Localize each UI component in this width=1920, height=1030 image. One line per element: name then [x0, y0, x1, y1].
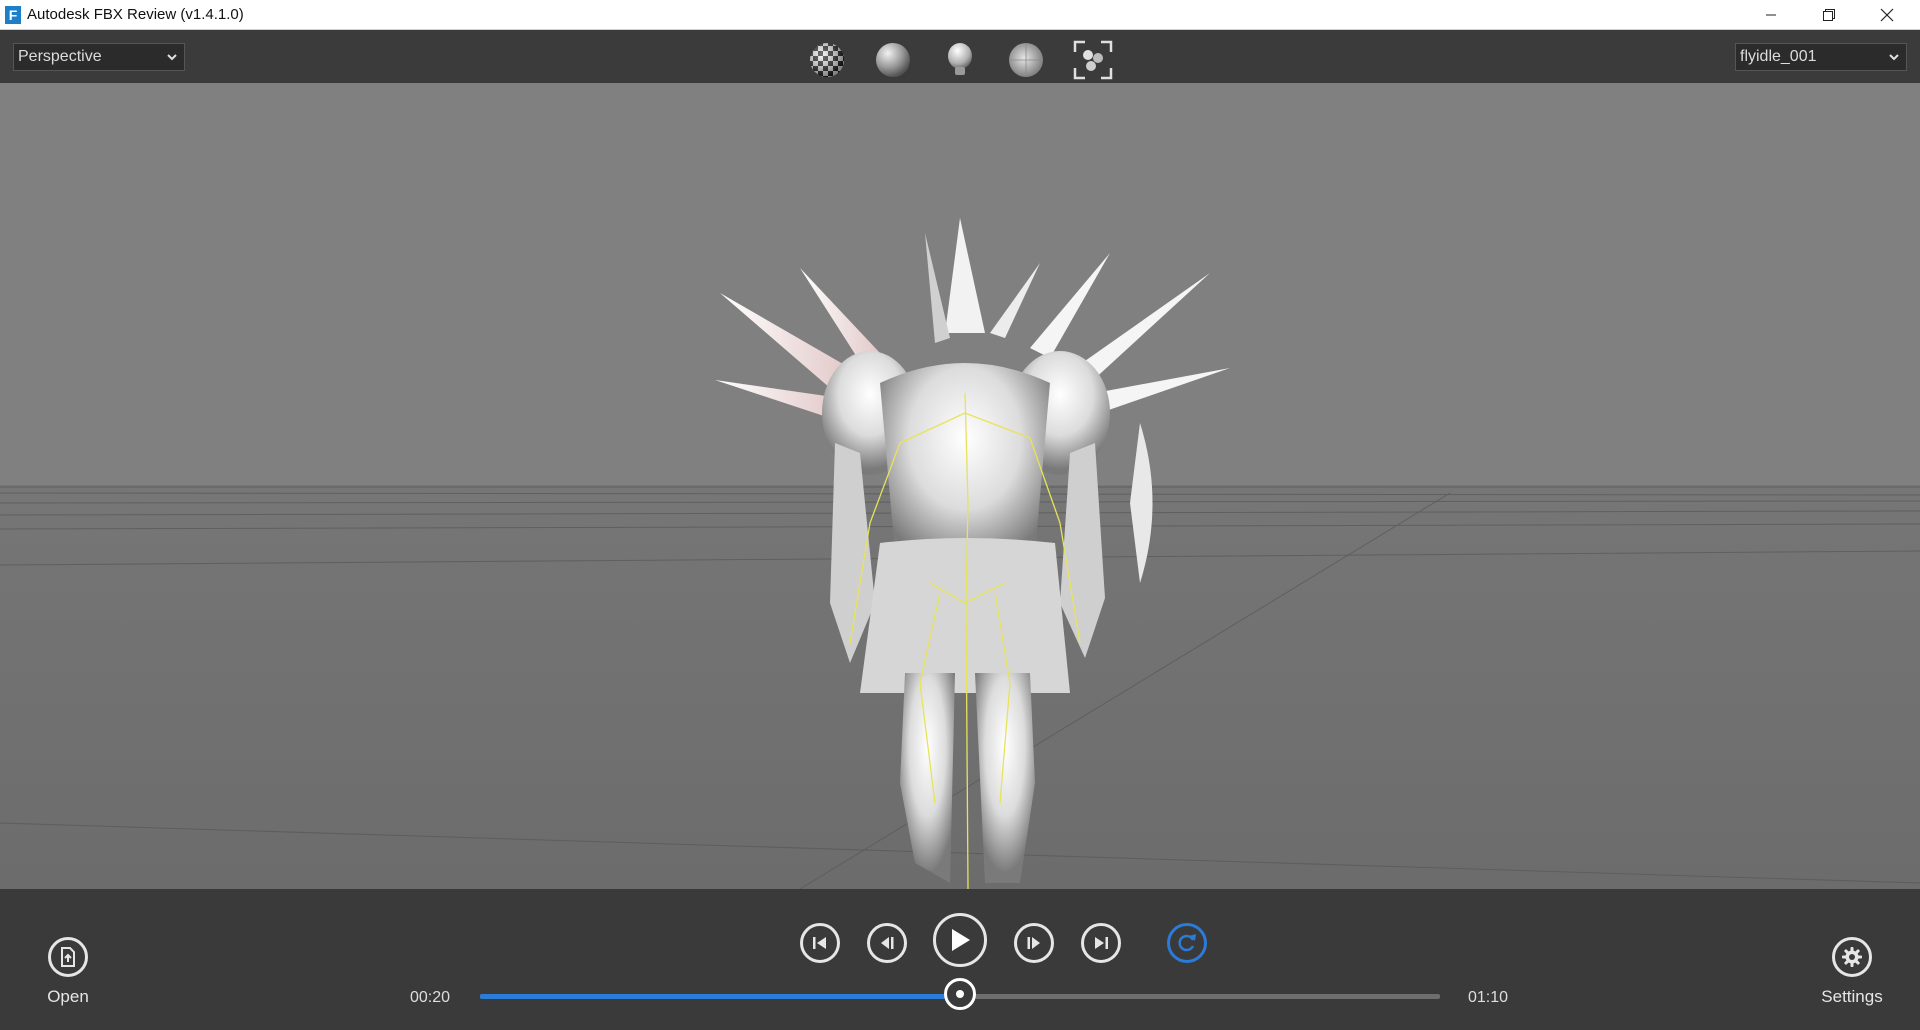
open-label: Open [47, 987, 89, 1006]
total-time: 01:10 [1468, 989, 1509, 1006]
timeline-progress [480, 994, 960, 999]
shaded-sphere-icon [876, 43, 910, 77]
scene-render [0, 83, 1920, 889]
step-forward-button[interactable] [1014, 923, 1054, 963]
open-button[interactable] [48, 937, 88, 977]
app-logo-icon: F [5, 5, 21, 24]
skip-to-end-icon [1095, 937, 1108, 949]
step-forward-icon [1027, 937, 1040, 949]
restore-button[interactable] [1800, 0, 1858, 29]
settings-button[interactable] [1832, 937, 1872, 977]
light-bulb-icon [948, 43, 972, 75]
current-time: 00:20 [410, 989, 451, 1006]
gear-icon [1842, 947, 1862, 967]
shaded-mode-button[interactable] [872, 39, 914, 81]
step-back-icon [881, 937, 894, 949]
minimize-icon [1766, 14, 1776, 15]
close-button[interactable] [1858, 0, 1916, 29]
skip-to-start-button[interactable] [800, 923, 840, 963]
playback-bar: Open 00:20 01:10 Settings [0, 889, 1920, 1030]
loop-icon [1178, 934, 1196, 952]
restore-icon [1823, 8, 1835, 21]
animation-select-value: flyidle_001 [1740, 48, 1817, 65]
play-button[interactable] [933, 913, 987, 967]
lit-mode-button[interactable] [1005, 39, 1047, 81]
camera-select[interactable]: Perspective [13, 43, 185, 71]
chevron-down-icon [1889, 54, 1899, 61]
loop-button[interactable] [1167, 923, 1207, 963]
checker-texture-icon [810, 43, 844, 77]
title-bar: F Autodesk FBX Review (v1.4.1.0) [0, 0, 1920, 30]
minimize-button[interactable] [1742, 0, 1800, 29]
open-file-icon [61, 947, 75, 967]
lighting-toggle-button[interactable] [939, 39, 981, 81]
top-toolbar: Perspective flyidle_001 [0, 30, 1920, 83]
step-back-button[interactable] [867, 923, 907, 963]
settings-label: Settings [1821, 987, 1883, 1006]
frame-all-button[interactable] [1072, 39, 1114, 81]
chevron-down-icon [167, 54, 177, 61]
play-icon [952, 929, 970, 951]
timeline-slider[interactable] [480, 978, 1440, 1010]
timeline-thumb[interactable] [944, 978, 976, 1010]
frame-all-icon [1073, 40, 1113, 80]
animation-select[interactable]: flyidle_001 [1735, 43, 1907, 71]
3d-viewport[interactable] [0, 83, 1920, 889]
camera-select-value: Perspective [18, 48, 102, 65]
texture-toggle-button[interactable] [806, 39, 848, 81]
lit-sphere-icon [1009, 43, 1043, 77]
skip-to-start-icon [813, 937, 826, 949]
window-title: Autodesk FBX Review (v1.4.1.0) [27, 6, 244, 23]
close-icon [1880, 8, 1894, 21]
skip-to-end-button[interactable] [1081, 923, 1121, 963]
